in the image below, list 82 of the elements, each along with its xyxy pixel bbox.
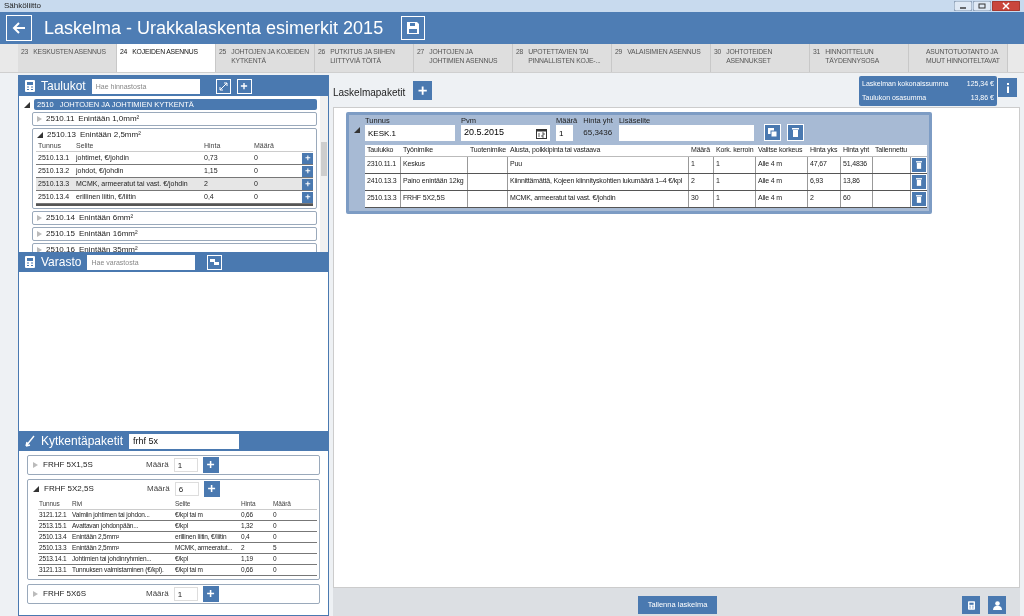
- quantity-field[interactable]: 1: [173, 458, 198, 472]
- collapse-arrow-icon[interactable]: [24, 101, 30, 108]
- tree-item[interactable]: 2510.15 Enintään 16mm²: [32, 227, 317, 241]
- plus-icon: [205, 459, 217, 471]
- user-icon: [992, 600, 1002, 610]
- input-field[interactable]: [618, 125, 754, 141]
- calculator-icon: [25, 256, 35, 268]
- pencil-icon: [25, 435, 35, 447]
- trash-icon: [916, 161, 922, 169]
- calculator-button[interactable]: [962, 596, 980, 614]
- copy-button[interactable]: [763, 124, 781, 141]
- toggle-icon: [210, 259, 220, 265]
- delete-button[interactable]: [786, 124, 804, 141]
- minimize-icon[interactable]: [954, 1, 972, 11]
- trash-icon: [916, 178, 922, 186]
- package-item[interactable]: [27, 479, 320, 580]
- window-title: Sähköliitto: [4, 2, 41, 10]
- package-name: FRHF 5X1,5S: [43, 459, 94, 471]
- calculator-icon: [967, 600, 975, 610]
- plus-icon: [303, 167, 312, 175]
- quantity-label: Määrä: [146, 588, 169, 600]
- copy-icon: [767, 128, 777, 137]
- date-field[interactable]: 20.5.2015: [461, 125, 550, 141]
- save-button[interactable]: [401, 16, 426, 40]
- add-button[interactable]: [302, 152, 313, 164]
- trash-icon: [791, 128, 799, 137]
- collapse-arrow-icon[interactable]: [37, 132, 43, 138]
- calculator-icon: [25, 80, 35, 92]
- expand-icon: [218, 81, 228, 91]
- add-button[interactable]: [236, 78, 252, 94]
- plus-icon: [205, 588, 217, 600]
- package-item[interactable]: FRHF 5X1,5S Määrä 1: [27, 455, 320, 475]
- quantity-field[interactable]: 6: [174, 482, 199, 496]
- add-button[interactable]: [413, 81, 433, 100]
- package-name: FRHF 5X2,5S: [44, 483, 95, 495]
- tree-item[interactable]: 2510.14 Enintään 6mm²: [32, 211, 317, 225]
- package-name: FRHF 5X6S: [43, 588, 88, 600]
- add-button[interactable]: [302, 191, 313, 203]
- add-button[interactable]: [202, 457, 219, 473]
- back-button[interactable]: [6, 15, 32, 41]
- add-button[interactable]: [302, 165, 313, 177]
- add-button[interactable]: [203, 481, 220, 497]
- section-title: Laskelmapaketit: [333, 86, 406, 100]
- tree-item[interactable]: 2510.11 Enintään 1,0mm²: [32, 112, 317, 126]
- quantity-label: Määrä: [146, 459, 169, 471]
- back-arrow-icon: [12, 21, 26, 35]
- quantity-field[interactable]: 1: [173, 587, 198, 601]
- collapse-arrow-icon[interactable]: [33, 486, 39, 492]
- plus-icon: [239, 81, 250, 91]
- calendar-icon: [536, 127, 547, 139]
- info-button[interactable]: [998, 78, 1017, 97]
- plus-icon: [206, 483, 218, 495]
- package-item[interactable]: FRHF 5X6S Määrä 1: [27, 584, 320, 604]
- search-field[interactable]: frhf 5x: [129, 433, 240, 449]
- add-button[interactable]: [202, 586, 219, 602]
- plus-icon: [303, 154, 312, 162]
- scrollbar-thumb[interactable]: [321, 142, 327, 176]
- delete-row-button[interactable]: [912, 192, 926, 206]
- panel-title: Varasto: [41, 254, 82, 271]
- add-button[interactable]: [302, 178, 313, 190]
- plus-icon: [303, 180, 312, 188]
- panel-title: Taulukot: [41, 78, 86, 95]
- panel-title: Kytkentäpaketit: [41, 433, 124, 450]
- collapse-arrow-icon[interactable]: [354, 127, 360, 133]
- expand-button[interactable]: [215, 78, 231, 94]
- field-value: 65,3436: [583, 127, 613, 139]
- delete-row-button[interactable]: [912, 158, 926, 172]
- scrollbar[interactable]: [320, 96, 328, 252]
- info-icon: [1005, 82, 1010, 93]
- close-icon[interactable]: [992, 1, 1020, 11]
- save-icon: [407, 22, 420, 34]
- plus-icon: [303, 193, 312, 201]
- trash-icon: [916, 195, 922, 203]
- plus-icon: [416, 83, 430, 98]
- maximize-icon[interactable]: [973, 1, 991, 11]
- delete-row-button[interactable]: [912, 175, 926, 189]
- user-button[interactable]: [988, 596, 1006, 614]
- filter-button[interactable]: [207, 254, 223, 270]
- input-field[interactable]: KESK.1: [365, 125, 455, 141]
- page-title: Laskelma - Urakkalaskenta esimerkit 2015: [44, 16, 384, 40]
- input-field[interactable]: 1: [556, 125, 573, 141]
- quantity-label: Määrä: [147, 483, 170, 495]
